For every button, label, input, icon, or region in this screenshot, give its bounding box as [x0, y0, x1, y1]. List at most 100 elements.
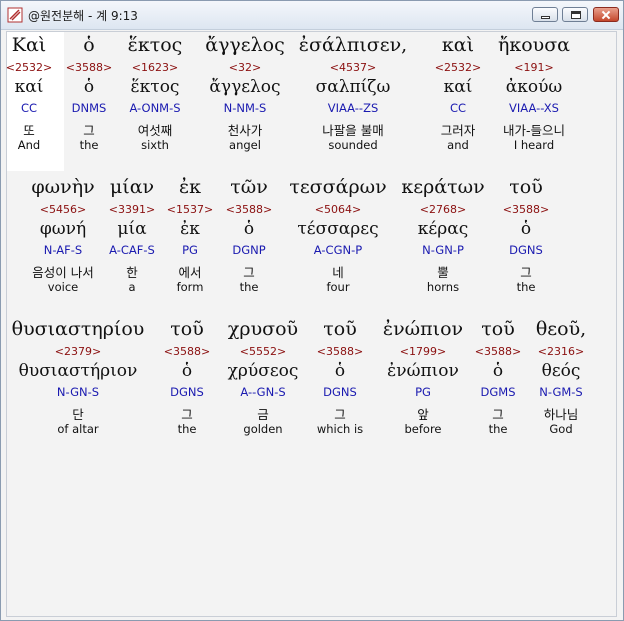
greek-word: τοῦ	[323, 318, 357, 340]
app-window: @원전분해 - 계 9:13 Καὶ <2532> καί CC 또 And ὁ <3588>…	[0, 0, 624, 621]
korean-gloss: 여섯째	[137, 123, 173, 138]
parsing-code: N-GM-S	[539, 385, 583, 399]
minimize-button[interactable]	[532, 7, 558, 22]
lexical-form: ὁ	[520, 219, 532, 239]
korean-gloss: 네	[332, 265, 344, 280]
lexical-form: ὁ	[83, 77, 95, 97]
lexical-form: ὁ	[243, 219, 255, 239]
lexical-form: ὁ	[181, 361, 193, 381]
greek-word: ἐκ	[178, 176, 202, 198]
korean-gloss: 내가-들으니	[502, 123, 566, 138]
strong-number: <2768>	[419, 203, 467, 216]
greek-word: τεσσάρων	[289, 176, 387, 198]
strong-number: <2316>	[537, 345, 585, 358]
korean-gloss: 에서	[178, 265, 202, 280]
strong-number: <3588>	[65, 61, 113, 74]
greek-word: θεοῦ,	[535, 318, 587, 340]
parsing-code: N-NM-S	[223, 101, 267, 115]
korean-gloss: 한	[126, 265, 138, 280]
lexical-form: φωνή	[39, 219, 87, 239]
strong-number: <3588>	[163, 345, 211, 358]
english-gloss: the	[177, 422, 197, 436]
greek-word: ἕκτος	[127, 34, 183, 56]
greek-word: κεράτων	[401, 176, 485, 198]
lexical-form: ἐνώπιον	[387, 361, 459, 381]
strong-number: <3588>	[316, 345, 364, 358]
english-gloss: four	[326, 280, 350, 294]
app-icon	[7, 7, 23, 23]
english-gloss: a	[128, 280, 136, 294]
parsing-code: A-ONM-S	[129, 101, 181, 115]
english-gloss: the	[79, 138, 99, 152]
korean-gloss: 금	[257, 407, 269, 422]
greek-word: ἐσάλπισεν,	[298, 34, 408, 56]
strong-number: <1537>	[166, 203, 214, 216]
korean-gloss: 그	[243, 265, 255, 280]
english-gloss: before	[404, 422, 442, 436]
lexical-form: κέρας	[417, 219, 469, 239]
english-gloss: angel	[229, 138, 261, 152]
greek-word: τοῦ	[481, 318, 515, 340]
greek-word: τοῦ	[170, 318, 204, 340]
greek-word: φωνὴν	[31, 176, 95, 198]
greek-word: μίαν	[109, 176, 155, 198]
greek-word: τοῦ	[509, 176, 543, 198]
lexical-form: ὁ	[492, 361, 504, 381]
english-gloss: horns	[426, 280, 460, 294]
lexical-form: χρύσεος	[227, 361, 299, 381]
strong-number: <3588>	[502, 203, 550, 216]
parsing-code: DGNS	[323, 385, 357, 399]
korean-gloss: 하나님	[543, 407, 579, 422]
korean-gloss: 그	[520, 265, 532, 280]
korean-gloss: 또	[23, 123, 35, 138]
korean-gloss: 그	[83, 123, 95, 138]
lexical-form: θυσιαστήριον	[18, 361, 138, 381]
english-gloss: sounded	[328, 138, 378, 152]
strong-number: <5552>	[239, 345, 287, 358]
parsing-code: VIAA--ZS	[327, 101, 379, 115]
parsing-code: PG	[415, 385, 431, 399]
strong-number: <32>	[228, 61, 262, 74]
parsing-code: DGMS	[480, 385, 516, 399]
parsing-code: A-CGN-P	[313, 243, 363, 257]
parsing-code: DGNS	[170, 385, 204, 399]
parsing-code: VIAA--XS	[509, 101, 559, 115]
lexical-form: θεός	[541, 361, 581, 381]
parsing-code: DGNP	[232, 243, 266, 257]
parsing-code: A-CAF-S	[109, 243, 155, 257]
greek-word: χρυσοῦ	[227, 318, 299, 340]
parsing-code: CC	[449, 101, 467, 115]
korean-gloss: 나팔을 불매	[322, 123, 384, 138]
english-gloss: which is	[316, 422, 364, 436]
lexical-form: καί	[14, 77, 44, 97]
english-gloss: of altar	[57, 422, 99, 436]
strong-number: <2379>	[54, 345, 102, 358]
english-gloss: the	[516, 280, 536, 294]
lexical-form: ἀκούω	[505, 77, 563, 97]
korean-gloss: 그러자	[440, 123, 476, 138]
english-gloss: I heard	[513, 138, 555, 152]
english-gloss: voice	[47, 280, 79, 294]
strong-number: <2532>	[434, 61, 482, 74]
greek-word: ἤκουσα	[497, 34, 571, 56]
greek-word: ἄγγελος	[205, 34, 285, 56]
english-gloss: and	[447, 138, 469, 152]
lexical-form: ἐκ	[180, 219, 200, 239]
korean-gloss: 음성이 나서	[32, 265, 94, 280]
english-gloss: the	[488, 422, 508, 436]
korean-gloss: 단	[72, 407, 84, 422]
english-gloss: the	[239, 280, 259, 294]
title-bar[interactable]: @원전분해 - 계 9:13	[1, 1, 623, 30]
greek-word: ἐνώπιον	[382, 318, 464, 340]
maximize-button[interactable]	[562, 7, 588, 22]
korean-gloss: 그	[334, 407, 346, 422]
english-gloss: And	[17, 138, 41, 152]
parsing-code: PG	[182, 243, 198, 257]
strong-number: <3391>	[108, 203, 156, 216]
lexical-form: τέσσαρες	[297, 219, 379, 239]
greek-word: τῶν	[230, 176, 268, 198]
parsing-code: CC	[20, 101, 38, 115]
close-button[interactable]	[593, 7, 619, 22]
strong-number: <5064>	[314, 203, 362, 216]
strong-number: <1623>	[131, 61, 179, 74]
